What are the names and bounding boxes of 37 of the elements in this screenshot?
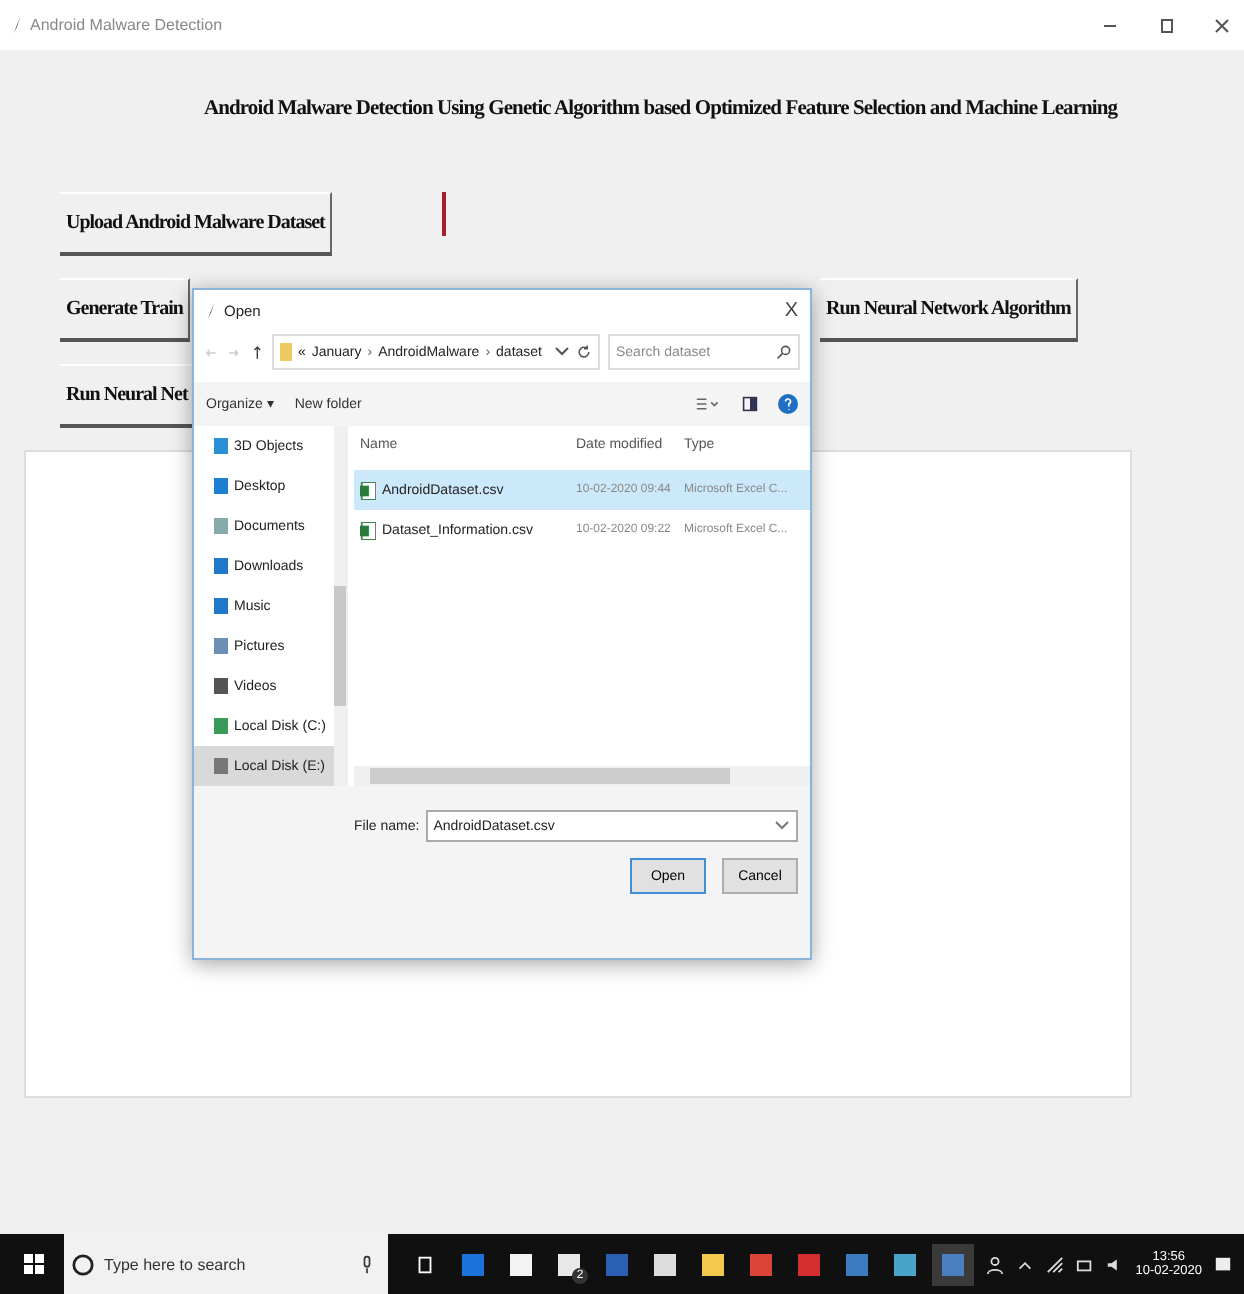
preview-pane-icon[interactable]: [742, 396, 758, 412]
vertical-marker: [442, 192, 447, 236]
action-button[interactable]: Run Neural Net: [60, 364, 196, 428]
action-button[interactable]: Generate Train: [60, 278, 191, 342]
action-button[interactable]: Run Neural Network Algorithm: [820, 278, 1079, 342]
action-button[interactable]: Upload Android Malware Dataset: [60, 192, 333, 256]
app-icon[interactable]: [894, 1253, 916, 1275]
dropdown-caret-icon: [774, 818, 790, 834]
close-button[interactable]: X: [784, 299, 798, 321]
app-heading: Android Malware Detection Using Genetic Algorithm based Optimized Feature Selection and Machine Learning: [204, 98, 1120, 120]
search-icon: [776, 344, 792, 360]
spreadsheet-file-icon: [360, 481, 376, 499]
task-view-icon[interactable]: [414, 1253, 436, 1275]
refresh-icon[interactable]: [576, 344, 592, 360]
microphone-icon[interactable]: [362, 1253, 372, 1275]
taskbar-search-box[interactable]: Type here to search: [64, 1234, 388, 1294]
close-icon[interactable]: [1212, 15, 1232, 35]
app-icon[interactable]: [654, 1253, 676, 1275]
circle-icon: [72, 1253, 94, 1275]
person-icon[interactable]: [985, 1255, 1004, 1273]
window-title: Android Malware Detection: [30, 16, 223, 34]
app-icon[interactable]: [702, 1253, 724, 1275]
network-icon[interactable]: [1045, 1255, 1064, 1273]
restore-icon[interactable]: [1156, 15, 1176, 35]
app-icon[interactable]: [510, 1253, 532, 1275]
help-icon[interactable]: [778, 394, 798, 414]
windows-logo-icon[interactable]: [24, 1254, 44, 1274]
taskbar-search-field[interactable]: Type here to search: [104, 1244, 352, 1284]
spreadsheet-file-icon: [360, 521, 376, 539]
folder-icon: [279, 340, 292, 364]
battery-icon[interactable]: [1075, 1255, 1094, 1273]
view-options-icon[interactable]: [694, 396, 722, 412]
horizontal-scrollbar[interactable]: [354, 766, 810, 786]
notifications-icon[interactable]: [1214, 1255, 1232, 1273]
up-arrow-icon[interactable]: [249, 343, 264, 361]
scrollbar[interactable]: [334, 426, 346, 786]
dropdown-caret-icon[interactable]: [554, 344, 570, 360]
